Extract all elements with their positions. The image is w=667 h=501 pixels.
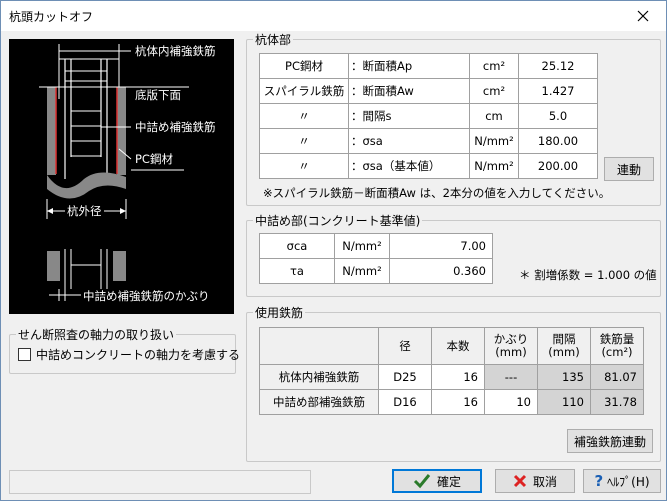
help-label: ﾍﾙﾌﾟ(H) (607, 474, 650, 489)
pile-row-1-value[interactable]: 1.427 (518, 78, 598, 104)
ok-label: 確定 (436, 474, 461, 489)
pile-diagram-graphic (39, 44, 189, 301)
table-row: PC鋼材 ：断面積Ap cm² 25.12 (259, 53, 598, 79)
consider-filling-axial-label: 中詰めコンクリートの軸力を考慮する (36, 348, 241, 362)
dialog-window: 杭頭カットオフ 杭体内補強鉄筋 底版下面 中詰め補強鉄筋 PC鋼材 杭外径 中詰… (0, 0, 667, 501)
pile-row-3-unit: N/mm² (469, 128, 519, 154)
consider-filling-axial-checkbox[interactable] (18, 348, 31, 361)
rebar-header-blank (259, 327, 379, 365)
ok-button[interactable]: 確定 (392, 469, 482, 493)
rebar-row-1-spacing: 110 (537, 389, 591, 415)
label-rebar-cover: 中詰め補強鉄筋のかぶり (83, 289, 210, 303)
pile-row-1-name: スパイラル鉄筋 (259, 78, 349, 104)
filling-legend: 中詰め部(コンクリート基準値) (253, 212, 423, 229)
rebar-row-0-spacing: 135 (537, 364, 591, 390)
label-slab-bottom: 底版下面 (135, 88, 181, 102)
rebar-legend: 使用鉄筋 (253, 304, 306, 321)
filling-note: ＊ 割増係数 = 1.000 の値 (519, 268, 657, 282)
pile-row-2-value[interactable]: 5.0 (518, 103, 598, 129)
table-header-row: 径 本数 かぶり (mm) 間隔 (mm) 鉄筋量 (cm²) (259, 327, 644, 365)
table-row: 中詰め部補強鉄筋 D16 16 10 110 31.78 (259, 389, 644, 415)
pile-row-4-unit: N/mm² (469, 153, 519, 179)
rebar-row-1-cover[interactable]: 10 (484, 389, 538, 415)
table-row: 〃 ：間隔s cm 5.0 (259, 103, 598, 129)
help-button[interactable]: ? ﾍﾙﾌﾟ(H) (583, 469, 661, 493)
table-row: 〃 ：σsa N/mm² 180.00 (259, 128, 598, 154)
rebar-link-button[interactable]: 補強鉄筋連動 (567, 429, 653, 453)
pile-head-diagram: 杭体内補強鉄筋 底版下面 中詰め補強鉄筋 PC鋼材 杭外径 中詰め補強鉄筋のかぶ… (9, 39, 234, 314)
close-icon (637, 10, 649, 22)
filling-row-1-name: τa (259, 258, 335, 284)
title-bar: 杭頭カットオフ (1, 1, 666, 31)
pile-row-0-name: PC鋼材 (259, 53, 349, 79)
pile-body-table: PC鋼材 ：断面積Ap cm² 25.12 スパイラル鉄筋 ：断面積Aw cm²… (259, 53, 598, 179)
rebar-header-spacing: 間隔 (mm) (537, 327, 591, 365)
filling-concrete-group: 中詰め部(コンクリート基準値) σca N/mm² 7.00 τa N/mm² … (246, 212, 661, 297)
pile-row-3-value[interactable]: 180.00 (518, 128, 598, 154)
rebar-header-cover: かぶり (mm) (484, 327, 538, 365)
pile-link-button[interactable]: 連動 (604, 157, 654, 181)
window-title: 杭頭カットオフ (9, 10, 94, 24)
filling-row-0-unit: N/mm² (334, 233, 390, 259)
pile-row-3-item: ：σsa (348, 128, 470, 154)
rebar-header-diameter: 径 (378, 327, 432, 365)
rebar-table: 径 本数 かぶり (mm) 間隔 (mm) 鉄筋量 (cm²) 杭体内補強鉄筋 … (259, 327, 644, 415)
pile-row-2-item: ：間隔s (348, 103, 470, 129)
cancel-button[interactable]: 取消 (495, 469, 575, 493)
cancel-x-icon (513, 474, 527, 488)
rebar-row-0-count[interactable]: 16 (431, 364, 485, 390)
rebar-row-1-name: 中詰め部補強鉄筋 (259, 389, 379, 415)
pile-note: ※スパイラル鉄筋－断面積Aw は、2本分の値を入力してください。 (263, 186, 611, 200)
rebar-row-0-diameter[interactable]: D25 (378, 364, 432, 390)
help-question-icon: ? (594, 472, 604, 490)
filling-table: σca N/mm² 7.00 τa N/mm² 0.360 (259, 233, 493, 284)
rebar-row-0-cover: --- (484, 364, 538, 390)
pile-row-1-item: ：断面積Aw (348, 78, 470, 104)
label-filling-rebar: 中詰め補強鉄筋 (135, 120, 216, 134)
pile-body-legend: 杭体部 (253, 31, 294, 48)
table-row: スパイラル鉄筋 ：断面積Aw cm² 1.427 (259, 78, 598, 104)
pile-row-0-item: ：断面積Ap (348, 53, 470, 79)
rebar-row-0-amount: 81.07 (590, 364, 644, 390)
table-row: σca N/mm² 7.00 (259, 233, 493, 259)
status-box (9, 470, 311, 494)
rebar-row-1-amount: 31.78 (590, 389, 644, 415)
shear-axial-force-group: せん断照査の軸力の取り扱い 中詰めコンクリートの軸力を考慮する (9, 326, 240, 374)
pile-row-4-item: ：σsa（基本値） (348, 153, 470, 179)
rebar-header-count: 本数 (431, 327, 485, 365)
filling-row-1-value[interactable]: 0.360 (389, 258, 493, 284)
label-pile-outer-diameter: 杭外径 (65, 203, 104, 219)
pile-row-3-name: 〃 (259, 128, 349, 154)
pile-row-0-value[interactable]: 25.12 (518, 53, 598, 79)
close-button[interactable] (620, 1, 666, 31)
filling-row-1-unit: N/mm² (334, 258, 390, 284)
cancel-label: 取消 (532, 474, 557, 489)
label-pc-steel: PC鋼材 (135, 152, 173, 166)
table-row: 〃 ：σsa（基本値） N/mm² 200.00 (259, 153, 598, 179)
pile-row-4-value[interactable]: 200.00 (518, 153, 598, 179)
rebar-row-0-name: 杭体内補強鉄筋 (259, 364, 379, 390)
pile-row-1-unit: cm² (469, 78, 519, 104)
rebar-row-1-diameter[interactable]: D16 (378, 389, 432, 415)
shear-group-legend: せん断照査の軸力の取り扱い (16, 326, 177, 343)
rebar-group: 使用鉄筋 径 本数 かぶり (mm) 間隔 (mm) 鉄筋量 (cm²) 杭体内… (246, 304, 661, 462)
table-row: 杭体内補強鉄筋 D25 16 --- 135 81.07 (259, 364, 644, 390)
rebar-header-amount: 鉄筋量 (cm²) (590, 327, 644, 365)
pile-row-2-name: 〃 (259, 103, 349, 129)
rebar-row-1-count[interactable]: 16 (431, 389, 485, 415)
pile-row-4-name: 〃 (259, 153, 349, 179)
label-pile-inner-rebar: 杭体内補強鉄筋 (135, 44, 216, 58)
checkmark-icon (413, 474, 431, 489)
table-row: τa N/mm² 0.360 (259, 258, 493, 284)
pile-body-group: 杭体部 PC鋼材 ：断面積Ap cm² 25.12 スパイラル鉄筋 ：断面積Aw… (246, 31, 661, 206)
pile-row-0-unit: cm² (469, 53, 519, 79)
filling-row-0-name: σca (259, 233, 335, 259)
filling-row-0-value[interactable]: 7.00 (389, 233, 493, 259)
pile-row-2-unit: cm (469, 103, 519, 129)
